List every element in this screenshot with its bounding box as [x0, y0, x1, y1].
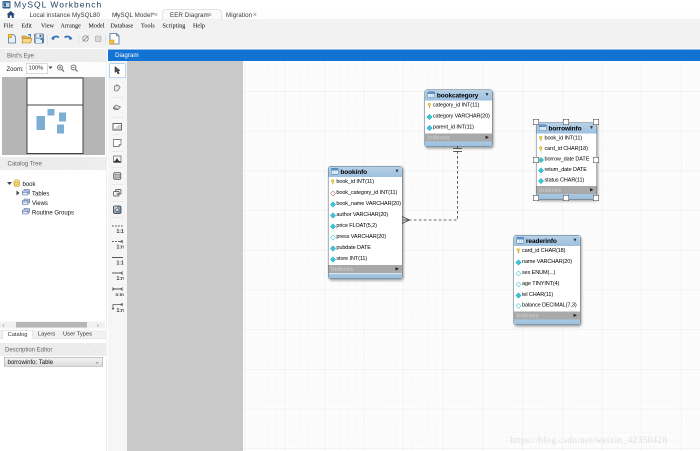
- svg-text:1:1: 1:1: [117, 261, 124, 267]
- svg-text:1:n: 1:n: [117, 276, 124, 282]
- svg-text:1:n: 1:n: [117, 245, 124, 251]
- svg-text:1:n: 1:n: [117, 308, 124, 314]
- svg-text:1:1: 1:1: [117, 229, 124, 235]
- svg-text:n:m: n:m: [116, 292, 124, 297]
